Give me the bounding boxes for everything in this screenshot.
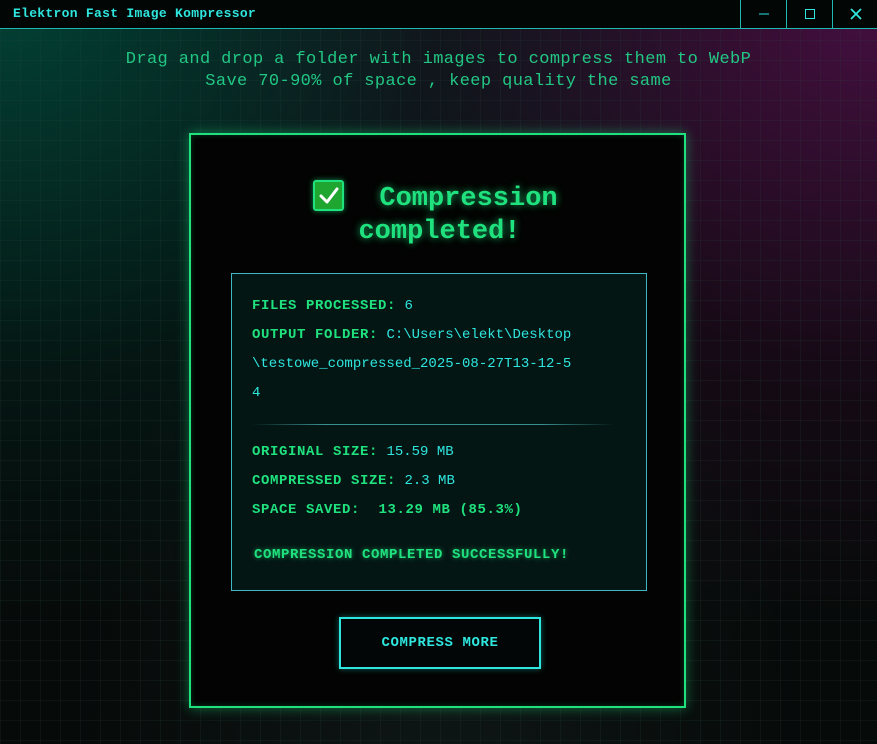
instructions-line-2: Save 70-90% of space , keep quality the … [205, 72, 672, 91]
maximize-icon [805, 9, 815, 19]
compressed-size-row: COMPRESSED SIZE: 2.3 MB [252, 473, 455, 489]
result-panel: Compression completed! FILES PROCESSED: … [189, 133, 686, 708]
output-folder-value-2: \testowe_compressed_2025-08-27T13-12-5 [252, 356, 572, 372]
close-icon [849, 8, 862, 20]
headline-line-2: completed! [358, 217, 521, 247]
output-folder-row: OUTPUT FOLDER: C:\Users\elekt\Desktop [252, 327, 571, 343]
compressed-size-value: 2.3 MB [404, 473, 455, 489]
stats-box: FILES PROCESSED: 6 OUTPUT FOLDER: C:\Use… [231, 273, 647, 591]
output-folder-row-3: 4 [252, 385, 260, 401]
compressed-size-label: COMPRESSED SIZE: [252, 473, 397, 489]
output-folder-value-3: 4 [252, 385, 261, 401]
stats-divider [252, 424, 614, 425]
close-button[interactable] [832, 0, 877, 28]
space-saved-label: SPACE SAVED: [252, 502, 361, 518]
files-processed-value: 6 [404, 298, 413, 314]
files-processed-row: FILES PROCESSED: 6 [252, 298, 413, 314]
success-message: COMPRESSION COMPLETED SUCCESSFULLY! [254, 547, 570, 563]
instructions-line-1: Drag and drop a folder with images to co… [125, 50, 752, 69]
original-size-label: ORIGINAL SIZE: [252, 444, 379, 460]
headline-line-1: Compression [379, 184, 558, 214]
space-saved-row: SPACE SAVED: 13.29 MB (85.3%) [252, 502, 522, 518]
space-saved-value: 13.29 MB (85.3%) [378, 502, 523, 518]
files-processed-label: FILES PROCESSED: [252, 298, 397, 314]
maximize-button[interactable] [786, 0, 833, 28]
original-size-value: 15.59 MB [386, 444, 454, 460]
minimize-button[interactable] [740, 0, 787, 28]
output-folder-label: OUTPUT FOLDER: [252, 327, 379, 343]
app-title: Elektron Fast Image Kompressor [13, 6, 257, 21]
compress-more-button[interactable]: COMPRESS MORE [339, 617, 541, 669]
minimize-icon [759, 13, 769, 15]
output-folder-row-2: \testowe_compressed_2025-08-27T13-12-5 [252, 356, 571, 372]
output-folder-value-1: C:\Users\elekt\Desktop [386, 327, 572, 343]
original-size-row: ORIGINAL SIZE: 15.59 MB [252, 444, 454, 460]
completion-headline: Compression completed! [191, 183, 688, 249]
title-bar[interactable]: Elektron Fast Image Kompressor [0, 0, 877, 29]
